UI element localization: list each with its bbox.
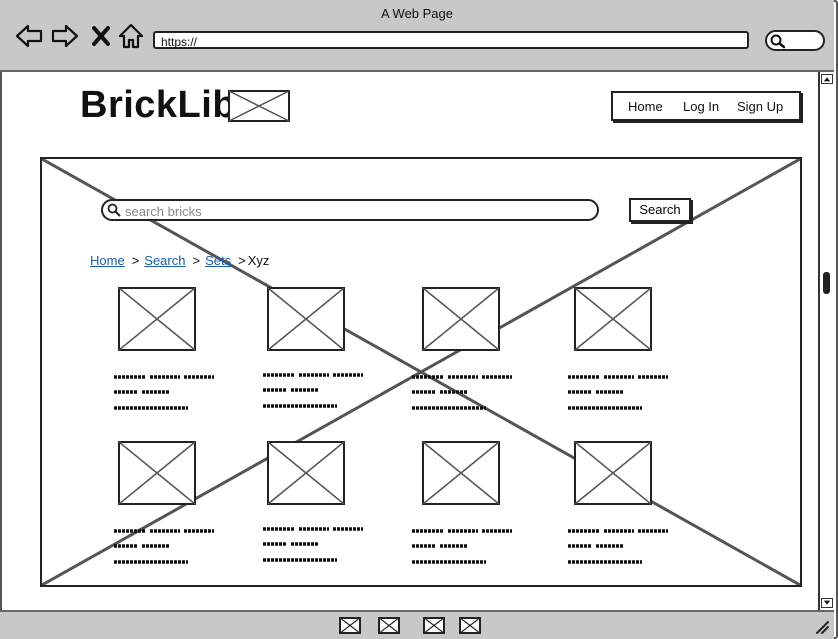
product-image-placeholder[interactable] <box>422 441 500 505</box>
product-card[interactable] <box>114 287 238 427</box>
scroll-up-icon[interactable] <box>821 74 833 84</box>
breadcrumb-search-link[interactable]: Search <box>144 253 185 268</box>
product-card[interactable] <box>412 287 542 427</box>
nav-home-link[interactable]: Home <box>628 99 663 114</box>
breadcrumb-separator: > <box>238 253 246 268</box>
product-image-placeholder[interactable] <box>574 441 652 505</box>
product-image-placeholder[interactable] <box>267 441 345 505</box>
browser-search-field[interactable] <box>765 30 825 51</box>
status-image-icon-1 <box>339 617 361 634</box>
product-card[interactable] <box>263 287 387 427</box>
text-placeholder-scribble <box>114 375 214 410</box>
breadcrumb-current: Xyz <box>247 253 270 268</box>
nav-signup-link[interactable]: Sign Up <box>737 99 783 114</box>
resize-grip-icon[interactable] <box>815 620 829 634</box>
product-image-placeholder[interactable] <box>267 287 345 351</box>
search-input[interactable] <box>123 202 587 220</box>
site-logo[interactable]: BrickLib <box>80 84 236 127</box>
stop-close-icon[interactable] <box>88 22 114 50</box>
breadcrumb-separator: > <box>192 253 201 268</box>
product-card[interactable] <box>412 441 542 581</box>
text-placeholder-scribble <box>263 373 363 408</box>
breadcrumb-sets-link[interactable]: Sets <box>205 253 231 268</box>
browser-status-bar <box>0 610 834 639</box>
search-icon <box>107 203 121 217</box>
text-placeholder-scribble <box>263 527 363 562</box>
text-placeholder-scribble <box>568 529 668 564</box>
product-image-placeholder[interactable] <box>422 287 500 351</box>
product-image-placeholder[interactable] <box>574 287 652 351</box>
window-title: A Web Page <box>380 6 454 21</box>
search-icon <box>770 34 786 49</box>
product-card[interactable] <box>568 441 694 581</box>
text-placeholder-scribble <box>412 375 512 410</box>
status-image-icon-3 <box>423 617 445 634</box>
logo-image-placeholder <box>228 90 290 122</box>
home-icon[interactable] <box>116 22 146 50</box>
scroll-down-icon[interactable] <box>821 598 833 608</box>
breadcrumb: Home > Search > Sets > Xyz <box>90 253 269 268</box>
product-card[interactable] <box>114 441 238 581</box>
breadcrumb-home-link[interactable]: Home <box>90 253 125 268</box>
text-placeholder-scribble <box>568 375 668 410</box>
scroll-thumb[interactable] <box>823 272 830 294</box>
browser-toolbar: A Web Page https:// <box>0 0 834 72</box>
product-image-placeholder[interactable] <box>118 441 196 505</box>
product-card[interactable] <box>568 287 694 427</box>
back-arrow-icon[interactable] <box>14 22 44 50</box>
forward-arrow-icon[interactable] <box>50 22 80 50</box>
text-placeholder-scribble <box>114 529 214 564</box>
top-navigation: Home Log In Sign Up <box>611 91 801 121</box>
text-placeholder-scribble <box>412 529 512 564</box>
search-button[interactable]: Search <box>629 198 691 222</box>
product-card[interactable] <box>263 441 387 581</box>
url-bar[interactable]: https:// <box>153 31 749 49</box>
search-box[interactable] <box>101 199 599 221</box>
status-image-icon-4 <box>459 617 481 634</box>
product-image-placeholder[interactable] <box>118 287 196 351</box>
breadcrumb-separator: > <box>131 253 140 268</box>
nav-login-link[interactable]: Log In <box>683 99 719 114</box>
status-image-icon-2 <box>378 617 400 634</box>
vertical-scrollbar[interactable] <box>818 72 836 612</box>
